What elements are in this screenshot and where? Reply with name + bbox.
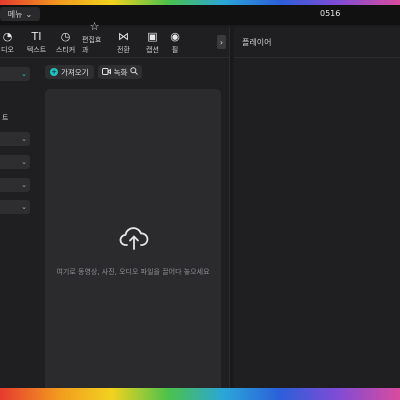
menu-label: 메뉴 xyxy=(7,9,23,19)
tool-label: 전환 xyxy=(117,46,130,54)
sidebar-dropdown[interactable]: ⌄ xyxy=(0,200,30,214)
record-button[interactable]: 녹화 xyxy=(97,65,143,79)
window-frame-top xyxy=(0,0,400,5)
player-title: 플레이어 xyxy=(242,37,272,47)
media-actions: + 가져오기 녹화 xyxy=(45,65,143,79)
tool-transition[interactable]: ⋈ 전환 xyxy=(111,30,136,57)
sticker-icon: ◷ xyxy=(60,30,71,43)
dropzone-hint: 여기로 동영상, 사진, 오디오 파일을 끌어다 놓으세요 xyxy=(56,268,210,276)
caption-icon: ▣ xyxy=(147,30,158,43)
transition-icon: ⋈ xyxy=(118,30,129,43)
tool-label: 캡션 xyxy=(146,46,159,54)
player-panel: 플레이어 xyxy=(234,27,400,400)
tool-effects[interactable]: ☆ 편집효과 xyxy=(82,20,107,57)
tool-label: 편집효과 xyxy=(82,36,102,54)
asset-toolbar: ◔ 디오 TI 텍스트 ◷ 스티커 ☆ 편집효과 ⋈ 전환 ▣ 캡션 ◉ 필 › xyxy=(0,20,229,58)
tool-sticker[interactable]: ◷ 스티커 xyxy=(53,30,78,57)
tool-label: 텍스트 xyxy=(26,46,47,54)
sidebar-section-label: 트 xyxy=(2,114,9,122)
chevron-down-icon: ⌄ xyxy=(21,203,27,211)
camera-icon xyxy=(101,67,111,77)
chevron-down-icon: ⌄ xyxy=(21,70,27,78)
player-header: 플레이어 xyxy=(234,27,400,58)
title-bar: 메뉴 ⌄ 0516 xyxy=(0,5,400,25)
tool-filter[interactable]: ◉ 필 xyxy=(169,30,181,57)
cloud-upload-icon xyxy=(119,225,149,251)
project-name: 0516 xyxy=(320,9,341,18)
record-label: 녹화 xyxy=(113,67,128,77)
plus-icon: + xyxy=(50,67,58,76)
chevron-down-icon: ⌄ xyxy=(21,181,27,189)
tool-label: 필 xyxy=(171,46,179,54)
chevron-down-icon: ⌄ xyxy=(25,9,33,19)
search-icon[interactable] xyxy=(130,67,139,77)
media-dropzone[interactable]: 여기로 동영상, 사진, 오디오 파일을 끌어다 놓으세요 xyxy=(45,89,221,392)
tool-audio[interactable]: ◔ 디오 xyxy=(0,30,20,57)
tool-text[interactable]: TI 텍스트 xyxy=(24,30,49,57)
chevron-right-icon: › xyxy=(219,37,224,47)
filter-icon: ◉ xyxy=(170,30,180,43)
sidebar-select[interactable]: ⌄ xyxy=(0,67,30,81)
media-panel: ◔ 디오 TI 텍스트 ◷ 스티커 ☆ 편집효과 ⋈ 전환 ▣ 캡션 ◉ 필 › xyxy=(0,20,230,400)
audio-icon: ◔ xyxy=(2,30,13,43)
sidebar-dropdown[interactable]: ⌄ xyxy=(0,178,30,192)
window-frame-bottom xyxy=(0,388,400,400)
import-button[interactable]: + 가져오기 xyxy=(45,65,94,79)
menu-button[interactable]: 메뉴 ⌄ xyxy=(0,7,40,21)
effects-icon: ☆ xyxy=(89,20,100,33)
tool-caption[interactable]: ▣ 캡션 xyxy=(140,30,165,57)
sidebar-dropdown[interactable]: ⌄ xyxy=(0,155,30,169)
tool-label: 스티커 xyxy=(55,46,76,54)
chevron-down-icon: ⌄ xyxy=(21,135,27,143)
sidebar-dropdown[interactable]: ⌄ xyxy=(0,132,30,146)
import-label: 가져오기 xyxy=(61,67,89,77)
chevron-down-icon: ⌄ xyxy=(21,158,27,166)
text-icon: TI xyxy=(31,30,42,43)
tool-label: 디오 xyxy=(1,46,14,54)
toolbar-scroll-right-button[interactable]: › xyxy=(217,35,226,49)
